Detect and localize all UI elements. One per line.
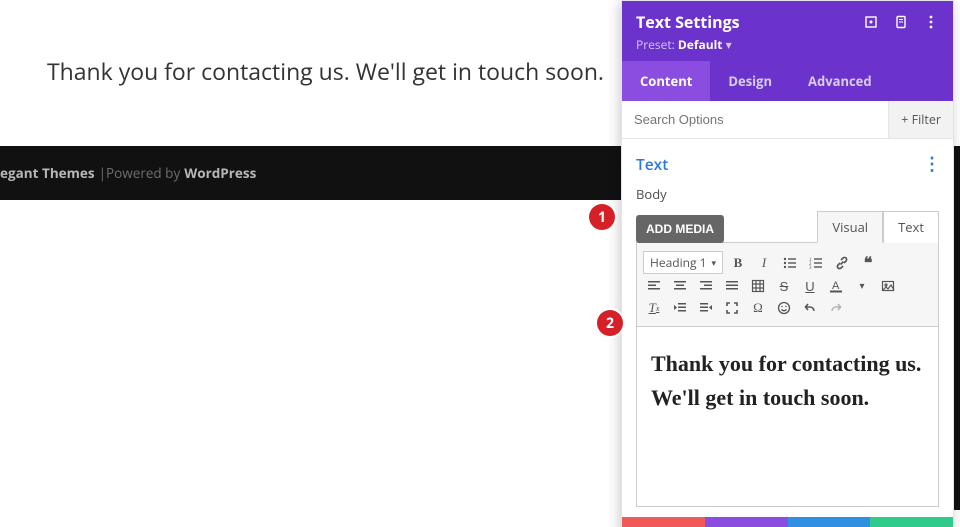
expand-icon[interactable] xyxy=(863,14,879,30)
text-section: Text ⋮ Body ADD MEDIA Visual Text Headin… xyxy=(622,139,953,517)
underline-icon[interactable]: U xyxy=(799,276,821,296)
align-center-icon[interactable] xyxy=(669,276,691,296)
editor-tab-text[interactable]: Text xyxy=(883,211,939,243)
bullet-list-icon[interactable] xyxy=(779,253,801,273)
heading-selector[interactable]: Heading 1 ▾ xyxy=(643,251,723,274)
text-color-dropdown-icon[interactable]: ▾ xyxy=(851,276,873,296)
section-more-icon[interactable]: ⋮ xyxy=(923,159,939,169)
preset-selector[interactable]: Preset: Default ▾ xyxy=(636,36,939,53)
redo-button[interactable] xyxy=(788,517,871,527)
align-left-icon[interactable] xyxy=(643,276,665,296)
redo-icon[interactable] xyxy=(825,298,847,318)
page-hero-text: Thank you for contacting us. We'll get i… xyxy=(47,55,604,87)
undo-button[interactable] xyxy=(705,517,788,527)
clear-formatting-icon[interactable]: Tx xyxy=(643,298,665,318)
indent-icon[interactable] xyxy=(695,298,717,318)
emoji-icon[interactable] xyxy=(773,298,795,318)
heading-selector-value: Heading 1 xyxy=(650,254,706,271)
preset-value: Default xyxy=(678,36,723,53)
chevron-down-icon: ▾ xyxy=(711,256,716,269)
preset-caret-icon: ▾ xyxy=(726,36,732,53)
editor-tab-visual[interactable]: Visual xyxy=(817,211,883,243)
editor-content[interactable]: Thank you for contacting us. We'll get i… xyxy=(651,347,924,415)
image-icon[interactable] xyxy=(877,276,899,296)
discard-button[interactable] xyxy=(622,517,705,527)
italic-icon[interactable]: I xyxy=(753,253,775,273)
add-media-button[interactable]: ADD MEDIA xyxy=(636,215,724,243)
panel-action-bar xyxy=(622,517,953,527)
filter-label: Filter xyxy=(912,111,941,128)
align-justify-icon[interactable] xyxy=(721,276,743,296)
table-icon[interactable] xyxy=(747,276,769,296)
footer-theme-link[interactable]: egant Themes xyxy=(0,164,95,182)
save-button[interactable] xyxy=(870,517,953,527)
align-right-icon[interactable] xyxy=(695,276,717,296)
panel-tabs: Content Design Advanced xyxy=(622,61,953,101)
svg-text:3: 3 xyxy=(809,266,812,270)
link-icon[interactable] xyxy=(831,253,853,273)
search-input[interactable] xyxy=(622,101,888,138)
undo-icon[interactable] xyxy=(799,298,821,318)
panel-title-text: Text Settings xyxy=(636,11,740,33)
plus-icon: + xyxy=(901,111,908,128)
svg-text:A: A xyxy=(832,280,840,292)
more-menu-icon[interactable] xyxy=(923,14,939,30)
panel-header: Text Settings Preset: Default ▾ xyxy=(622,1,953,61)
tab-design[interactable]: Design xyxy=(710,61,790,101)
tab-content[interactable]: Content xyxy=(622,61,710,101)
text-editor[interactable]: Thank you for contacting us. We'll get i… xyxy=(636,327,939,507)
search-row: + Filter xyxy=(622,101,953,139)
filter-button[interactable]: + Filter xyxy=(888,101,953,138)
body-field-label: Body xyxy=(636,185,939,203)
special-char-icon[interactable]: Ω xyxy=(747,298,769,318)
fullscreen-icon[interactable] xyxy=(721,298,743,318)
footer-wordpress-link[interactable]: WordPress xyxy=(184,164,256,182)
section-title-text: Text xyxy=(636,153,668,175)
annotation-1: 1 xyxy=(589,204,615,230)
text-settings-panel: Text Settings Preset: Default ▾ Content … xyxy=(621,0,954,527)
page-icon[interactable] xyxy=(893,14,909,30)
footer-separator: | xyxy=(99,164,106,182)
rich-text-toolbar: Heading 1 ▾ B I 123 ❝ S U A ▾ xyxy=(636,242,939,327)
annotation-2: 2 xyxy=(597,310,623,336)
outdent-icon[interactable] xyxy=(669,298,691,318)
blockquote-icon[interactable]: ❝ xyxy=(857,253,879,273)
numbered-list-icon[interactable]: 123 xyxy=(805,253,827,273)
tab-advanced[interactable]: Advanced xyxy=(790,61,890,101)
footer-powered-by: Powered by xyxy=(106,164,180,182)
text-color-icon[interactable]: A xyxy=(825,276,847,296)
bold-icon[interactable]: B xyxy=(727,253,749,273)
strikethrough-icon[interactable]: S xyxy=(773,276,795,296)
preset-label: Preset: xyxy=(636,36,678,53)
